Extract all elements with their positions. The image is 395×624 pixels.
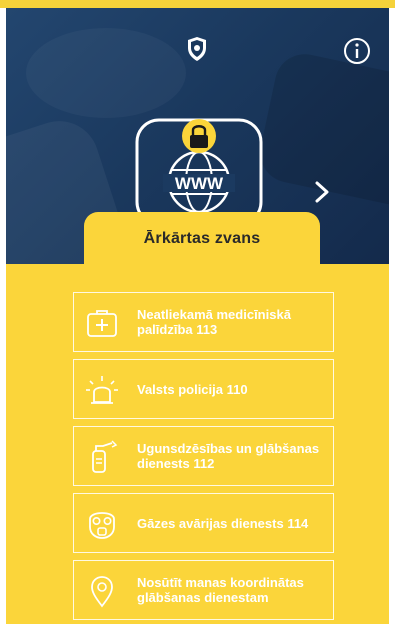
service-button-gas[interactable]: Gāzes avārijas dienests 114 — [73, 493, 334, 553]
secure-www-globe-icon: WWW — [135, 118, 263, 224]
police-shield-icon — [188, 37, 206, 61]
service-label-medical: Neatliekamā medicīniskā palīdzība 113 — [137, 307, 291, 337]
panel-title-tab: Ārkārtas zvans — [84, 212, 320, 266]
top-accent-bar — [0, 0, 395, 8]
location-pin-icon — [91, 576, 113, 608]
police-siren-icon — [86, 376, 118, 404]
medical-kit-icon — [87, 310, 117, 337]
service-button-fire[interactable]: Ugunsdzēsības un glābšanas dienests 112 — [73, 426, 334, 486]
service-label-police: Valsts policija 110 — [137, 381, 248, 397]
service-label-fire: Ugunsdzēsības un glābšanas dienests 112 — [137, 441, 320, 471]
chevron-right-icon[interactable] — [312, 180, 332, 204]
hero-bg-shape — [26, 28, 186, 118]
app-screen: WWW Ārkārtas zvans Neatliekamā medicīnis… — [0, 0, 395, 624]
panel-title: Ārkārtas zvans — [143, 230, 261, 247]
service-label-gas: Gāzes avārijas dienests 114 — [137, 515, 309, 531]
gas-mask-icon — [89, 512, 115, 539]
svg-text:WWW: WWW — [175, 174, 224, 193]
service-button-medical[interactable]: Neatliekamā medicīniskā palīdzība 113 — [73, 292, 334, 352]
service-button-location[interactable]: Nosūtīt manas koordinātas glābšanas dien… — [73, 560, 334, 620]
fire-extinguisher-icon — [92, 440, 118, 473]
service-label-location: Nosūtīt manas koordinātas glābšanas dien… — [137, 575, 304, 605]
info-icon[interactable] — [343, 37, 371, 65]
service-button-police[interactable]: Valsts policija 110 — [73, 359, 334, 419]
emergency-service-list: Neatliekamā medicīniskā palīdzība 113 Va… — [73, 292, 334, 624]
